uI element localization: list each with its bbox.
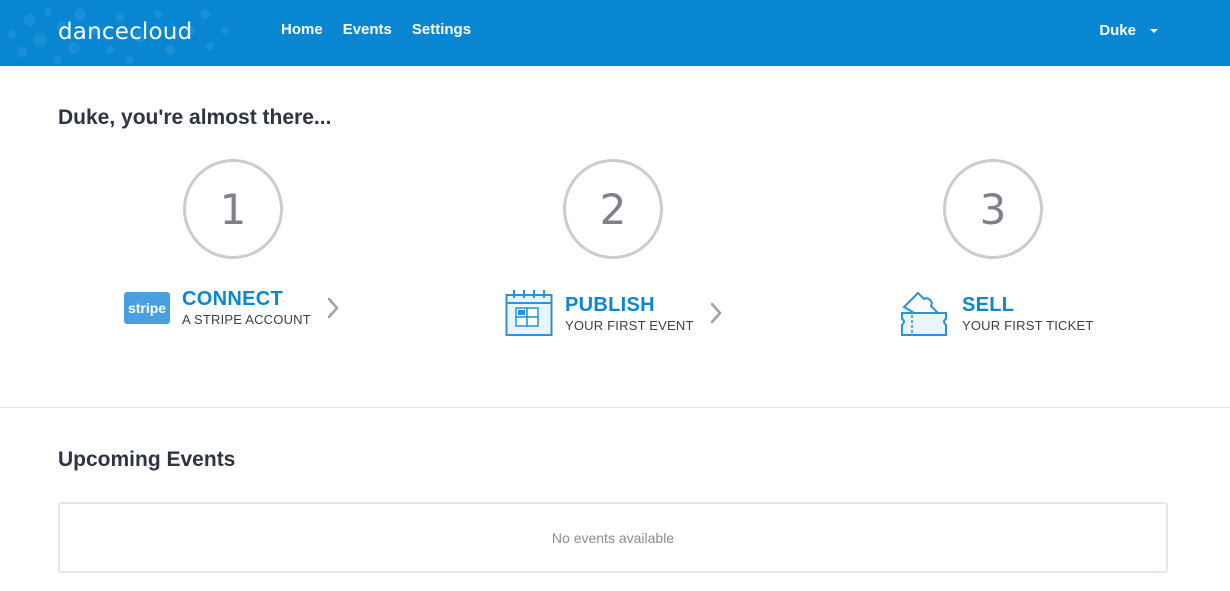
upcoming-events-list: No events available [58, 502, 1168, 573]
step-1-indicator: 1 [183, 159, 283, 259]
chevron-right-icon [710, 302, 722, 324]
step-number-circle: 2 [563, 159, 663, 259]
ticket-icon [901, 291, 947, 336]
publish-event-action[interactable]: PUBLISH YOUR FIRST EVENT [505, 289, 722, 337]
logo-text-dance: dance [58, 19, 130, 45]
user-name: Duke [1099, 22, 1136, 39]
onboarding-heading: Duke, you're almost there... [58, 106, 332, 129]
nav-settings-link[interactable]: Settings [412, 21, 471, 38]
step-number-circle: 1 [183, 159, 283, 259]
connect-subtitle: A STRIPE ACCOUNT [182, 312, 311, 327]
calendar-icon [505, 290, 553, 336]
step-3-indicator: 3 [943, 159, 1043, 259]
connect-title: CONNECT [182, 288, 283, 310]
publish-title: PUBLISH [565, 293, 655, 316]
empty-events-message: No events available [551, 529, 675, 546]
stripe-badge-text: stripe [128, 300, 166, 316]
dancecloud-logo[interactable]: dancecloud [58, 19, 192, 45]
nav-events-link[interactable]: Events [343, 21, 392, 38]
user-menu-dropdown[interactable]: Duke [1099, 22, 1158, 39]
caret-down-icon [1150, 28, 1158, 33]
sell-title: SELL [962, 293, 1015, 316]
stripe-icon: stripe [124, 291, 170, 324]
main-nav: Home Events Settings [281, 21, 491, 38]
sell-subtitle: YOUR FIRST TICKET [962, 317, 1094, 333]
section-divider [0, 407, 1230, 408]
logo-text-cloud: cloud [129, 19, 193, 45]
sell-ticket-action[interactable]: SELL YOUR FIRST TICKET [900, 289, 1094, 337]
step-2-indicator: 2 [563, 159, 663, 259]
publish-subtitle: YOUR FIRST EVENT [565, 317, 694, 333]
nav-home-link[interactable]: Home [281, 21, 323, 38]
connect-stripe-action[interactable]: stripe CONNECT A STRIPE ACCOUNT [124, 288, 339, 327]
top-navigation-bar: dancecloud Home Events Settings Duke [0, 0, 1230, 66]
step-number-circle: 3 [943, 159, 1043, 259]
upcoming-events-heading: Upcoming Events [58, 448, 236, 471]
chevron-right-icon [327, 297, 339, 318]
